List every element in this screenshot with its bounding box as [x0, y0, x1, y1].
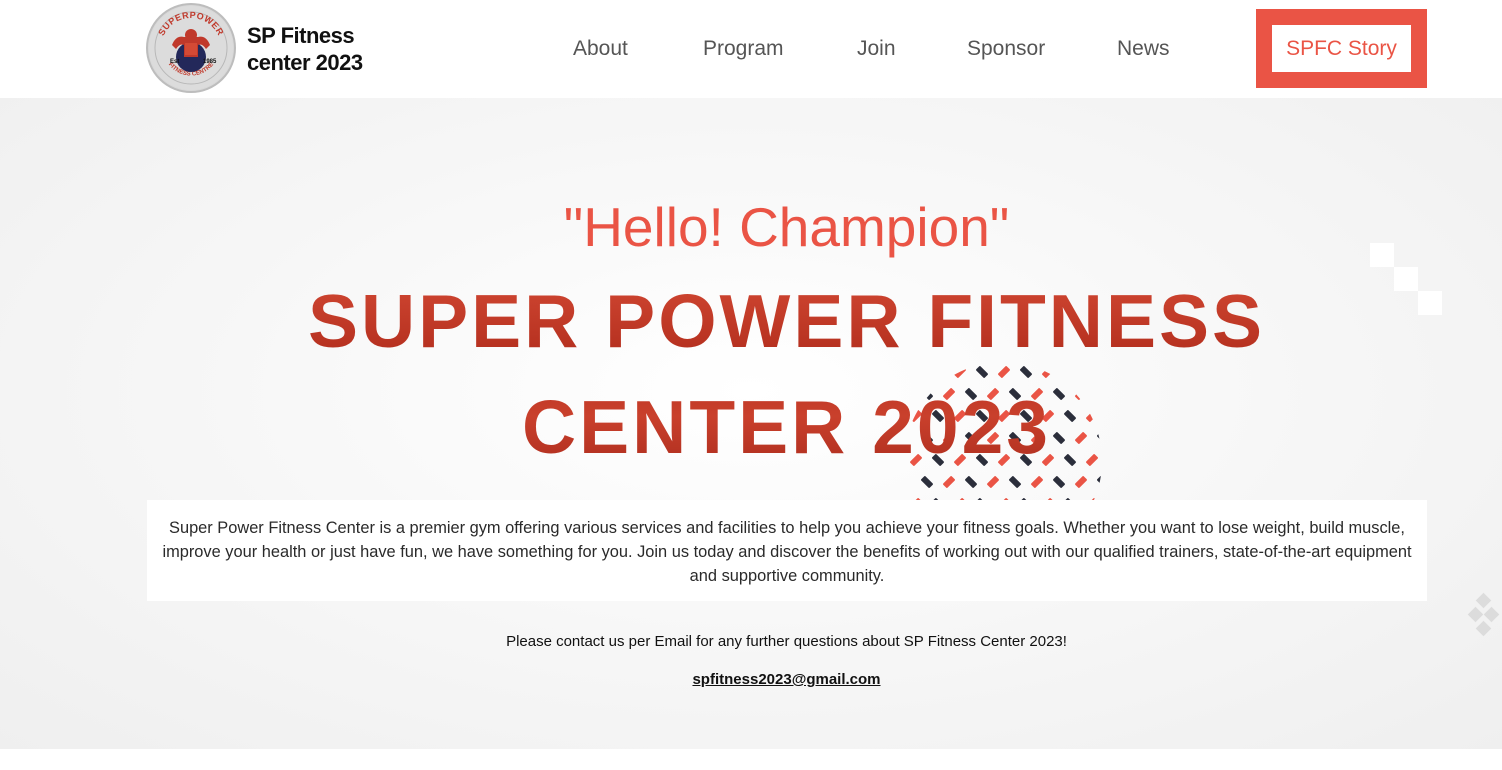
page-bottom-strip	[0, 749, 1502, 770]
spfc-story-label[interactable]: SPFC Story	[1272, 25, 1411, 72]
site-header: SUPERPOWER FITNESS CENTRE Est 1985 SP Fi…	[0, 0, 1502, 98]
hero-title-line-1: SUPER POWER FITNESS	[307, 279, 1266, 363]
logo-graphic: SUPERPOWER FITNESS CENTRE Est 1985	[149, 6, 233, 90]
email-link[interactable]: spfitness2023@gmail.com	[692, 671, 880, 688]
hero-title: SUPER POWER FITNESS CENTER 2023	[0, 268, 1502, 480]
spfc-story-button[interactable]: SPFC Story	[1256, 9, 1427, 88]
contact-text: Please contact us per Email for any furt…	[506, 633, 1067, 650]
nav-sponsor[interactable]: Sponsor	[967, 36, 1045, 62]
nav-about[interactable]: About	[573, 36, 628, 62]
superpower-logo-icon[interactable]: SUPERPOWER FITNESS CENTRE Est 1985	[146, 3, 236, 93]
nav-news[interactable]: News	[1117, 36, 1170, 62]
logo-est-label: Est	[170, 59, 179, 65]
hero-title-line-2: CENTER 2023	[521, 385, 1052, 469]
hero-description: Super Power Fitness Center is a premier …	[147, 500, 1427, 601]
site-title[interactable]: SP Fitness center 2023	[247, 22, 397, 76]
hero-greeting: "Hello! Champion"	[563, 196, 1010, 258]
nav-join[interactable]: Join	[857, 36, 896, 62]
email-link-row: spfitness2023@gmail.com	[0, 670, 1502, 690]
hero-section: "Hello! Champion" SUPER POWER FITNESS CE…	[0, 98, 1502, 749]
nav-program[interactable]: Program	[703, 36, 784, 62]
logo-est-year: 1985	[203, 59, 217, 65]
